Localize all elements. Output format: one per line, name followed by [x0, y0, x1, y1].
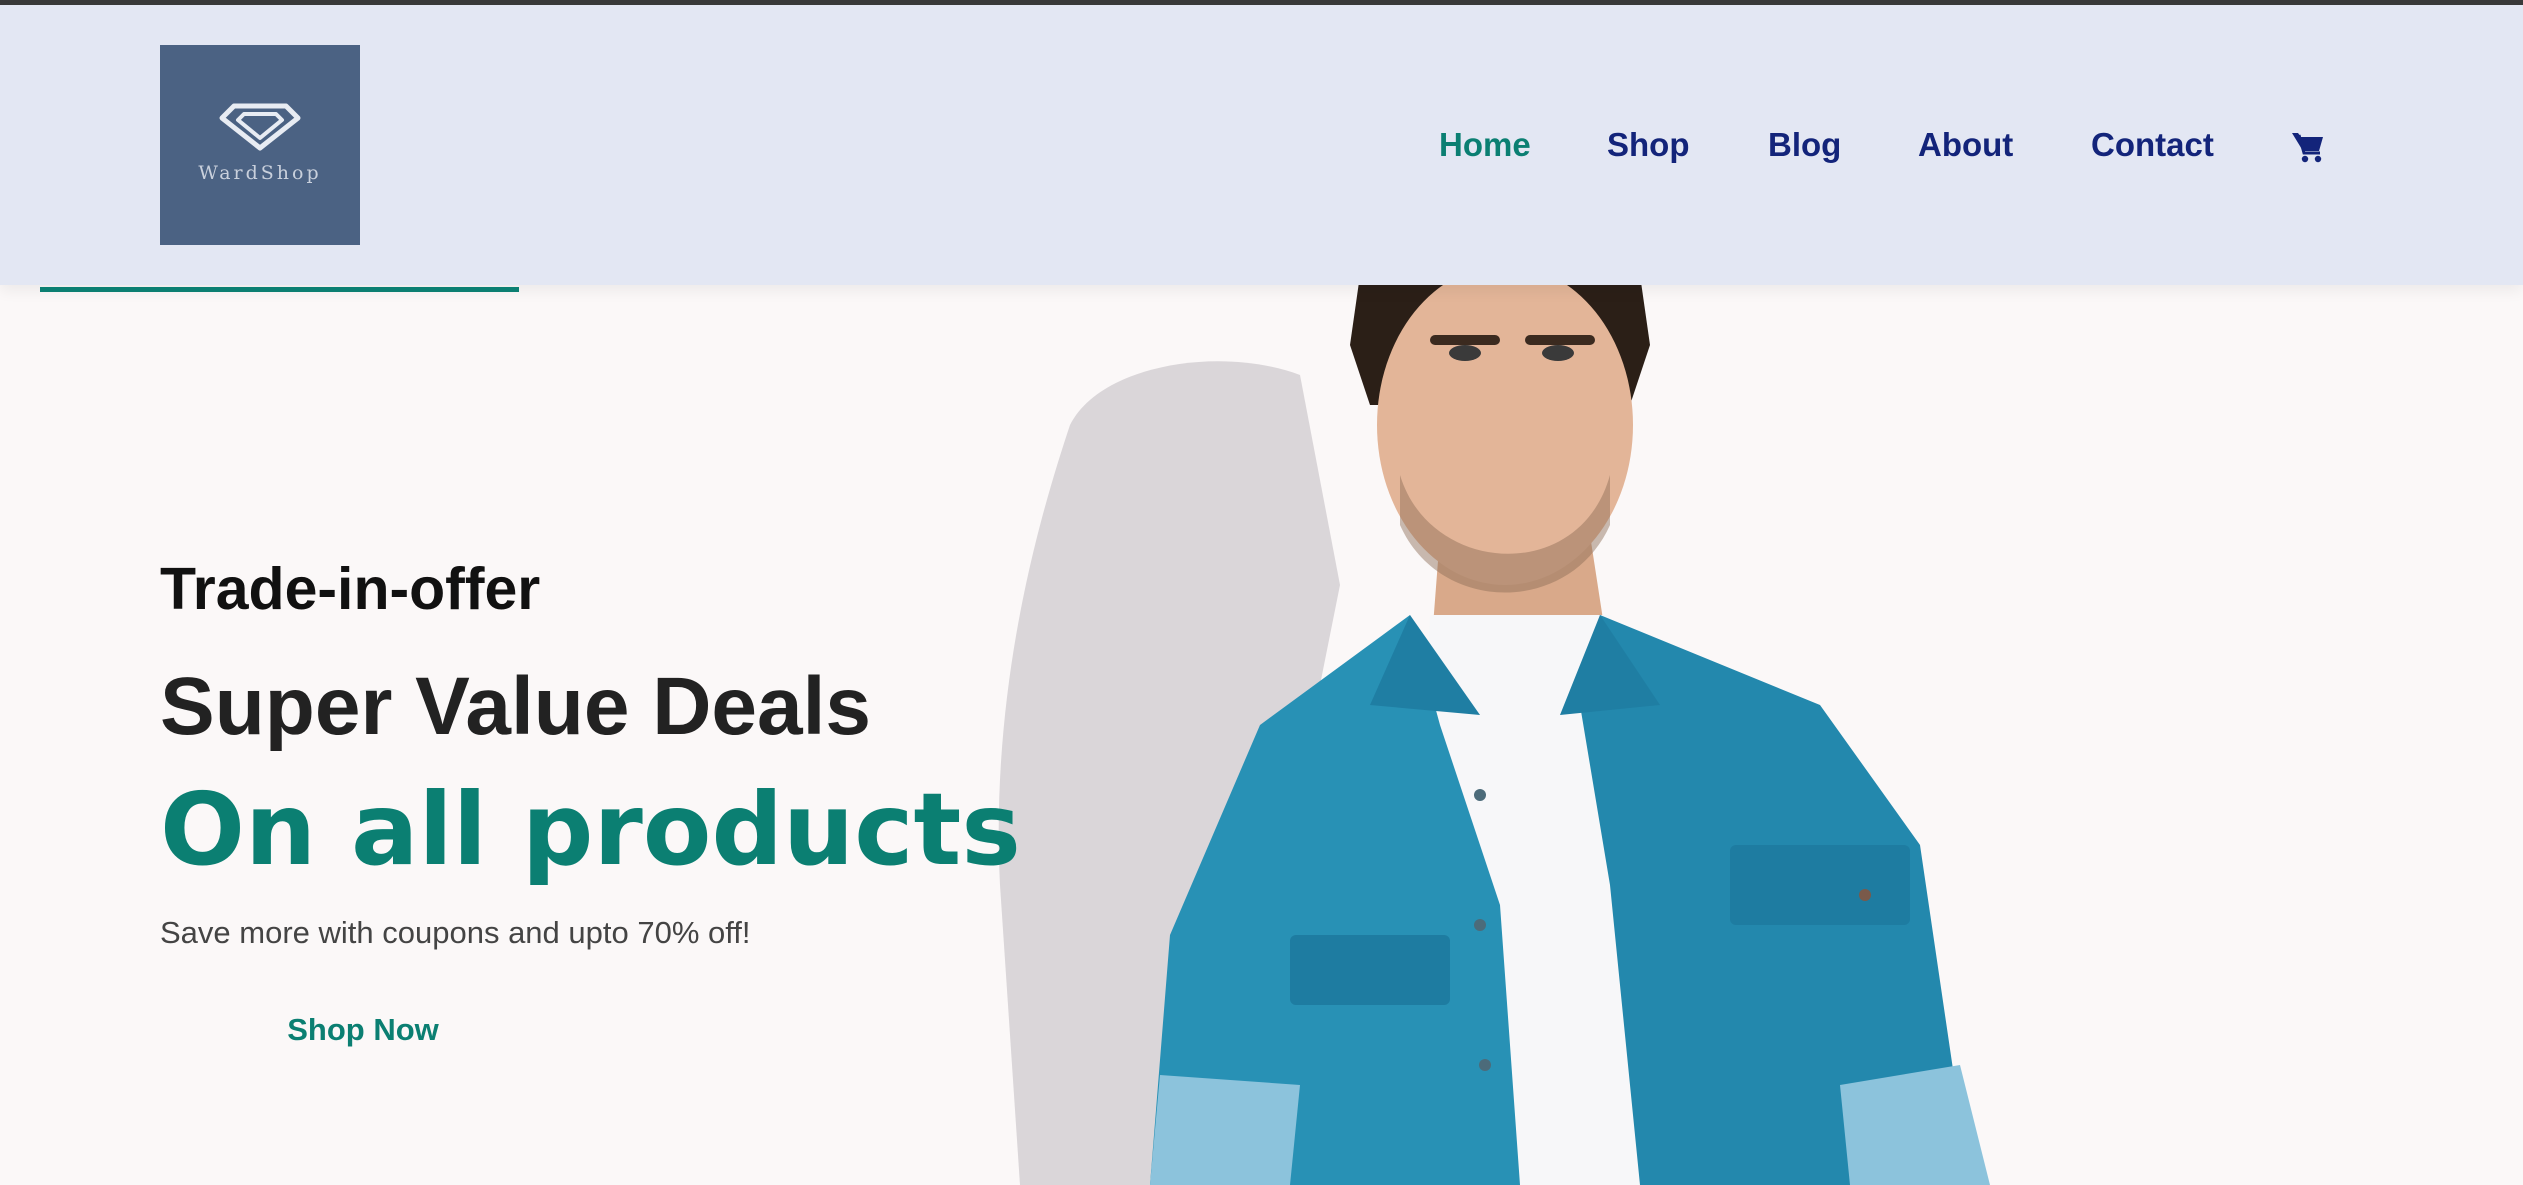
cart-icon[interactable] [2290, 129, 2326, 165]
site-header: WardShop Home Shop Blog About Contact [0, 5, 2523, 285]
hero-title: Super Value Deals [160, 661, 872, 752]
scroll-progress-fill [40, 287, 519, 292]
hero-title-accent: On all products [160, 771, 1021, 888]
nav-link-contact[interactable]: Contact [2091, 126, 2214, 164]
shop-now-button[interactable]: Shop Now [160, 985, 566, 1075]
hero-section: Trade-in-offer Super Value Deals On all … [0, 285, 2523, 1185]
hero-eyebrow: Trade-in-offer [160, 556, 541, 622]
nav-link-about[interactable]: About [1918, 126, 2013, 164]
scroll-progress [0, 287, 2523, 292]
hero-image [998, 285, 1990, 1185]
main-nav: Home Shop Blog About Contact [0, 5, 2523, 285]
nav-link-blog[interactable]: Blog [1768, 126, 1841, 164]
nav-link-home[interactable]: Home [1439, 126, 1531, 164]
hero-description: Save more with coupons and upto 70% off! [160, 915, 751, 950]
nav-link-shop[interactable]: Shop [1607, 126, 1689, 164]
